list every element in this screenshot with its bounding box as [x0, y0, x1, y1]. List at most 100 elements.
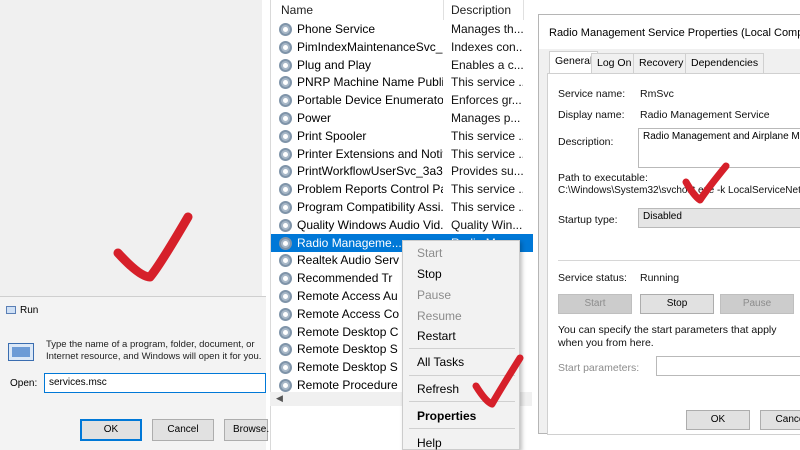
run-program-icon [8, 343, 34, 361]
menu-item-properties[interactable]: Properties [417, 409, 476, 423]
service-name: PrintWorkflowUserSvc_3a355 [297, 164, 443, 179]
menu-item-restart[interactable]: Restart [417, 329, 456, 343]
startup-type-select[interactable]: Disabled [638, 208, 800, 228]
red-checkmark-arrow-run [113, 212, 193, 282]
menu-item-resume[interactable]: Resume [417, 309, 462, 323]
service-name: PimIndexMaintenanceSvc_... [297, 39, 443, 54]
service-row[interactable]: PimIndexMaintenanceSvc_... Indexes con... [271, 38, 533, 56]
service-name-label: Service name: [558, 88, 626, 100]
service-description: Manages th... [451, 22, 523, 36]
service-description: This service ... [451, 146, 523, 161]
service-gear-icon [279, 290, 292, 303]
scroll-left-icon[interactable]: ◀ [276, 393, 283, 404]
service-row[interactable]: PNRP Machine Name Publi... This service .… [271, 73, 533, 91]
menu-item-all-tasks[interactable]: All Tasks [417, 355, 464, 369]
column-header-name[interactable]: Name [281, 3, 313, 17]
service-gear-icon [279, 76, 292, 90]
service-status-label: Service status: [558, 272, 627, 284]
service-description: Manages p... [451, 111, 521, 125]
column-header-description[interactable]: Description [451, 3, 511, 17]
start-parameters-hint: You can specify the start parameters tha… [558, 324, 777, 349]
run-ok-button[interactable]: OK [80, 419, 142, 441]
service-gear-icon [279, 236, 292, 250]
general-tab-panel: Service name: RmSvc Display name: Radio … [547, 73, 800, 435]
service-description: This service ... [451, 182, 523, 197]
menu-separator [409, 348, 515, 349]
menu-item-pause[interactable]: Pause [417, 288, 451, 302]
menu-item-refresh[interactable]: Refresh [417, 382, 459, 396]
service-gear-icon [279, 129, 292, 143]
service-gear-icon [279, 147, 292, 161]
open-input[interactable]: services.msc [44, 373, 266, 393]
service-name: Program Compatibility Assi... [297, 200, 443, 214]
properties-dialog: Radio Management Service Properties (Loc… [538, 14, 800, 435]
stop-button[interactable]: Stop [640, 294, 714, 314]
service-row[interactable]: Power Manages p... [271, 109, 533, 127]
service-gear-icon [279, 112, 292, 125]
service-gear-icon [279, 325, 292, 339]
description-label: Description: [558, 136, 614, 148]
service-gear-icon [279, 183, 292, 197]
service-row[interactable]: Portable Device Enumerator... Enforces gr… [271, 91, 533, 109]
service-gear-icon [279, 254, 292, 268]
service-gear-icon [279, 307, 292, 321]
run-cancel-button[interactable]: Cancel [152, 419, 214, 441]
service-gear-icon [279, 201, 292, 214]
service-gear-icon [279, 58, 292, 72]
service-gear-icon [279, 361, 292, 375]
tab-dependencies[interactable]: Dependencies [685, 53, 765, 73]
run-dialog: Run Type the name of a program, folder, … [0, 296, 275, 450]
run-browse-button[interactable]: Browse... [224, 419, 275, 441]
service-gear-icon [279, 218, 292, 232]
service-name: Phone Service [297, 22, 376, 36]
properties-cancel-button[interactable]: Cance [760, 410, 800, 430]
service-gear-icon [279, 23, 292, 36]
menu-item-stop[interactable]: Stop [417, 267, 442, 281]
service-name: Problem Reports Control Pa... [297, 182, 443, 197]
service-row[interactable]: Problem Reports Control Pa... This servic… [271, 180, 533, 198]
service-name: Portable Device Enumerator... [297, 93, 443, 108]
service-name-value: RmSvc [640, 88, 674, 100]
service-row[interactable]: PrintWorkflowUserSvc_3a355 Provides su... [271, 162, 533, 180]
service-row[interactable]: Plug and Play Enables a c... [271, 56, 533, 74]
service-status-value: Running [640, 272, 680, 284]
start-button[interactable]: Start [558, 294, 632, 314]
startup-type-label: Startup type: [558, 214, 618, 226]
service-gear-icon [279, 379, 292, 392]
service-name: Quality Windows Audio Vid... [297, 217, 443, 232]
red-checkmark-arrow-properties [472, 354, 524, 408]
properties-title: Radio Management Service Properties (Loc… [549, 27, 800, 39]
display-name-label: Display name: [558, 109, 625, 121]
service-gear-icon [279, 94, 292, 108]
menu-item-help[interactable]: Help [417, 436, 442, 450]
column-divider[interactable] [523, 0, 524, 20]
section-divider [558, 260, 800, 261]
properties-titlebar[interactable]: Radio Management Service Properties (Loc… [539, 15, 800, 49]
service-gear-icon [279, 343, 292, 357]
properties-ok-button[interactable]: OK [686, 410, 750, 430]
path-value: C:\Windows\System32\svchost.exe -k Local… [558, 185, 800, 196]
tab-log-on[interactable]: Log On [591, 53, 638, 73]
pause-button[interactable]: Pause [720, 294, 794, 314]
service-gear-icon [279, 40, 292, 54]
service-description: This service ... [451, 128, 523, 143]
service-row[interactable]: Print Spooler This service ... [271, 127, 533, 145]
service-row[interactable]: Printer Extensions and Notif... This serv… [271, 145, 533, 163]
service-description: Enables a c... [451, 57, 523, 72]
tab-recovery[interactable]: Recovery [633, 53, 690, 73]
service-description: Quality Win... [451, 217, 523, 232]
menu-item-start[interactable]: Start [417, 246, 442, 260]
red-checkmark-arrow-startup [682, 162, 730, 204]
start-parameters-label: Start parameters: [558, 362, 640, 374]
service-row[interactable]: Quality Windows Audio Vid... Quality Win.… [271, 216, 533, 234]
display-name-value[interactable]: Radio Management Service [640, 109, 770, 121]
service-description: This service ... [451, 200, 523, 214]
context-menu: Start Stop Pause Resume Restart All Task… [402, 240, 520, 450]
path-label: Path to executable: [558, 172, 648, 184]
service-row[interactable]: Phone Service Manages th... [271, 20, 533, 38]
service-gear-icon [279, 165, 292, 179]
service-name: Printer Extensions and Notif... [297, 146, 443, 161]
start-parameters-input[interactable] [656, 356, 800, 376]
column-divider[interactable] [443, 0, 444, 20]
service-row[interactable]: Program Compatibility Assi... This servic… [271, 198, 533, 216]
